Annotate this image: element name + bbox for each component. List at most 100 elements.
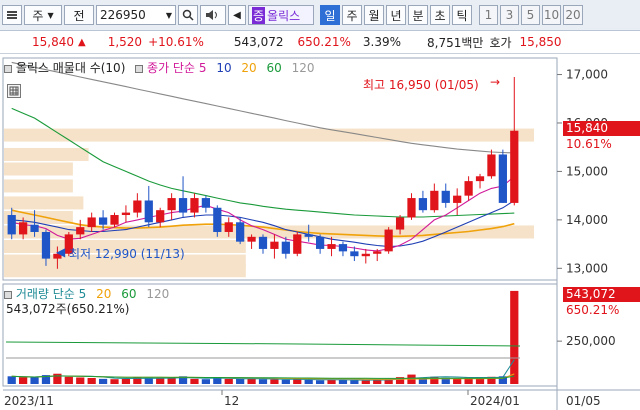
stock-name-box[interactable]: 증 올릭스: [248, 5, 314, 25]
trade-amount: 8,751백만: [427, 35, 484, 50]
last-pct-label: 10.61%: [566, 137, 612, 151]
candle-up: [407, 198, 416, 218]
vol-ma5-label: 5: [78, 287, 87, 301]
volume-profile-band: [4, 196, 84, 210]
volume-bar: [315, 380, 325, 384]
volume-moving-average-lines: [5, 341, 521, 381]
candle-down: [498, 154, 507, 203]
candle-down: [7, 215, 16, 235]
period-day[interactable]: 일: [320, 5, 340, 25]
candle-up: [19, 222, 28, 235]
candle-down: [441, 190, 450, 203]
candle-up: [373, 251, 382, 254]
volume-ratio: 650.21%: [297, 35, 351, 49]
period-minute[interactable]: 분: [408, 5, 428, 25]
volume-bar: [293, 379, 302, 384]
legend-bullet-icon: [4, 290, 12, 299]
vol-ma20-label: 20: [96, 287, 112, 301]
period-tick[interactable]: 틱: [452, 5, 472, 25]
last-volume-tag: 543,072: [563, 287, 640, 302]
candle-up: [384, 229, 393, 252]
volume-bar: [98, 378, 108, 384]
sound-button[interactable]: [200, 5, 226, 25]
price-summary-bar: 15,840 ▲ 1,520 +10.61% 543,072 650.21% 3…: [0, 31, 640, 54]
volume-ma-label: 거래량 단순: [15, 287, 75, 301]
candle-up: [224, 222, 233, 232]
market-select[interactable]: 주 ▼: [24, 5, 62, 25]
interval-label: 20: [565, 8, 581, 22]
candle-down: [98, 217, 108, 225]
search-icon: [182, 9, 194, 21]
period-label: 월: [368, 8, 380, 23]
interval-5[interactable]: 5: [521, 5, 540, 25]
sub-select[interactable]: 전: [64, 5, 94, 25]
candle-up: [361, 253, 370, 257]
volume-bar: [350, 380, 359, 384]
price-y-axis: 17,00016,00015,00014,00013,000: [557, 68, 608, 275]
price-change: 1,520: [107, 35, 143, 49]
candle-down: [338, 244, 348, 252]
candle-up: [327, 244, 336, 249]
interval-1[interactable]: 1: [479, 5, 498, 25]
prev-button[interactable]: ◀: [228, 5, 246, 25]
volume-bar: [258, 379, 268, 384]
stock-code-input[interactable]: 226950 ▼: [96, 5, 176, 25]
volume-bar: [224, 378, 233, 384]
volume-value: 543,072: [233, 35, 284, 49]
market-label: 주: [32, 8, 44, 23]
interval-20[interactable]: 20: [563, 5, 583, 25]
chart-menu-button[interactable]: [2, 5, 22, 25]
candle-up: [110, 215, 119, 225]
volume-bar: [156, 378, 165, 384]
candle-up: [121, 212, 131, 216]
search-button[interactable]: [178, 5, 198, 25]
volume-bar: [510, 290, 519, 384]
interval-3[interactable]: 3: [500, 5, 519, 25]
candle-up: [76, 227, 85, 235]
volume-bar: [247, 378, 256, 384]
period-year[interactable]: 년: [386, 5, 406, 25]
volume-ma-line: [11, 359, 515, 381]
volume-profile-band: [4, 179, 73, 193]
last-volume-pct: 650.21%: [566, 303, 620, 317]
chart-settings-button[interactable]: [7, 84, 21, 98]
volume-bar: [87, 378, 96, 384]
high-annotation: 최고 16,950 (01/05): [363, 78, 479, 92]
candle-down: [41, 231, 51, 259]
candle-down: [236, 222, 245, 242]
y-tick-label: 13,000: [566, 261, 608, 275]
last-price-tag-value: 15,840: [566, 121, 608, 135]
volume-bar: [30, 377, 39, 384]
interval-label: 5: [526, 8, 535, 22]
sub-label: 전: [73, 8, 85, 23]
period-label: 초: [434, 8, 446, 23]
dropdown-arrow-icon: ▼: [165, 10, 172, 20]
candle-down: [213, 207, 222, 232]
candle-up: [293, 234, 302, 254]
stock-name: 올릭스: [267, 8, 301, 23]
candle-down: [418, 198, 428, 211]
chevron-left-icon: ◀: [233, 9, 241, 21]
candle-up: [156, 210, 165, 223]
candle-up: [487, 154, 496, 177]
y-tick-label: 17,000: [566, 68, 608, 82]
volume-bar: [64, 376, 73, 384]
interval-10[interactable]: 10: [542, 5, 561, 25]
high-arrow-icon: →: [490, 75, 501, 89]
period-week[interactable]: 주: [342, 5, 362, 25]
stock-chart[interactable]: 250,000 17,00016,00015,00014,00013,000 2…: [0, 54, 640, 410]
menu-icon: [7, 11, 17, 19]
period-second[interactable]: 초: [430, 5, 450, 25]
legend-bullet-icon: [135, 64, 144, 73]
volume-bar: [361, 380, 370, 384]
price-panel-title: 올릭스 매물대 수(10): [15, 61, 126, 75]
toolbar: 주 ▼ 전 226950 ▼ ◀ 증 올릭스 일 주 월 년 분 초 틱 1 3…: [0, 0, 640, 31]
candle-down: [201, 198, 211, 208]
ma-label: 종가 단순: [147, 61, 196, 75]
period-month[interactable]: 월: [364, 5, 384, 25]
candle-up: [87, 217, 96, 228]
period-label: 틱: [456, 8, 468, 23]
ma60-line: [11, 107, 515, 218]
up-arrow-icon: ▲: [78, 36, 86, 48]
stock-code-value: 226950: [100, 8, 146, 22]
